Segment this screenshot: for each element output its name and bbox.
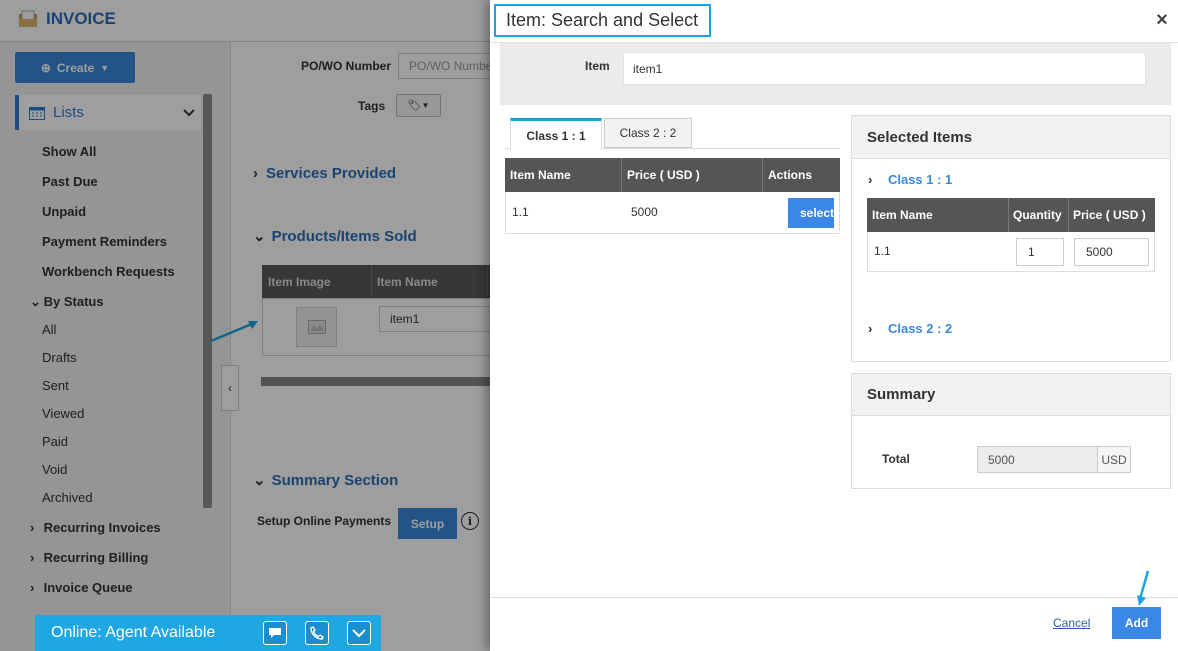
selected-price-input[interactable]: 5000 [1074,238,1149,266]
header-item-name: Item Name [510,168,571,182]
phone-icon [310,626,324,640]
select-button[interactable]: select [788,198,834,228]
tab-class-2[interactable]: Class 2 : 2 [604,118,692,148]
total-label: Total [882,452,910,466]
result-price: 5000 [631,205,658,219]
cancel-link[interactable]: Cancel [1053,616,1090,630]
add-button[interactable]: Add [1112,607,1161,639]
annotation-arrow-icon [1137,570,1150,606]
item-search-input[interactable]: item1 [623,52,1146,85]
close-icon[interactable]: × [1152,9,1172,31]
header-quantity: Quantity [1013,208,1062,222]
chat-minimize-button[interactable] [347,621,371,645]
header-price: Price ( USD ) [627,168,700,182]
header-actions: Actions [768,168,813,182]
chat-widget[interactable]: Online: Agent Available [35,615,381,651]
header-item-name: Item Name [872,208,933,222]
selected-class-2-toggle[interactable]: › Class 2 : 2 [868,321,952,336]
modal-title: Item: Search and Select [494,4,711,37]
total-value: 5000 [977,446,1098,473]
results-table-header: Item Name Price ( USD ) Actions [505,158,840,192]
selected-class-1-link: Class 1 : 1 [887,172,953,187]
chevron-down-icon [352,629,366,638]
chat-status: Online: Agent Available [51,624,216,641]
modal-backdrop[interactable] [0,0,490,651]
header-price: Price ( USD ) [1073,208,1146,222]
chevron-right-icon: › [868,321,873,336]
selected-class-2-link: Class 2 : 2 [887,321,953,336]
selected-table-header: Item Name Quantity Price ( USD ) [867,198,1155,232]
chat-call-button[interactable] [305,621,329,645]
chat-bubble-icon [269,628,281,638]
quantity-input[interactable]: 1 [1016,238,1064,266]
selected-items-title: Selected Items [852,116,1170,159]
chevron-right-icon: › [868,172,873,187]
currency-label: USD [1097,446,1131,473]
selected-class-1-toggle[interactable]: › Class 1 : 1 [868,172,952,187]
result-item-name: 1.1 [512,205,529,219]
selected-item-name: 1.1 [874,244,891,258]
tab-class-1[interactable]: Class 1 : 1 [510,118,602,150]
summary-title: Summary [852,374,1170,416]
item-label: Item [585,59,610,73]
modal-footer-divider [490,597,1178,598]
chat-message-button[interactable] [263,621,287,645]
